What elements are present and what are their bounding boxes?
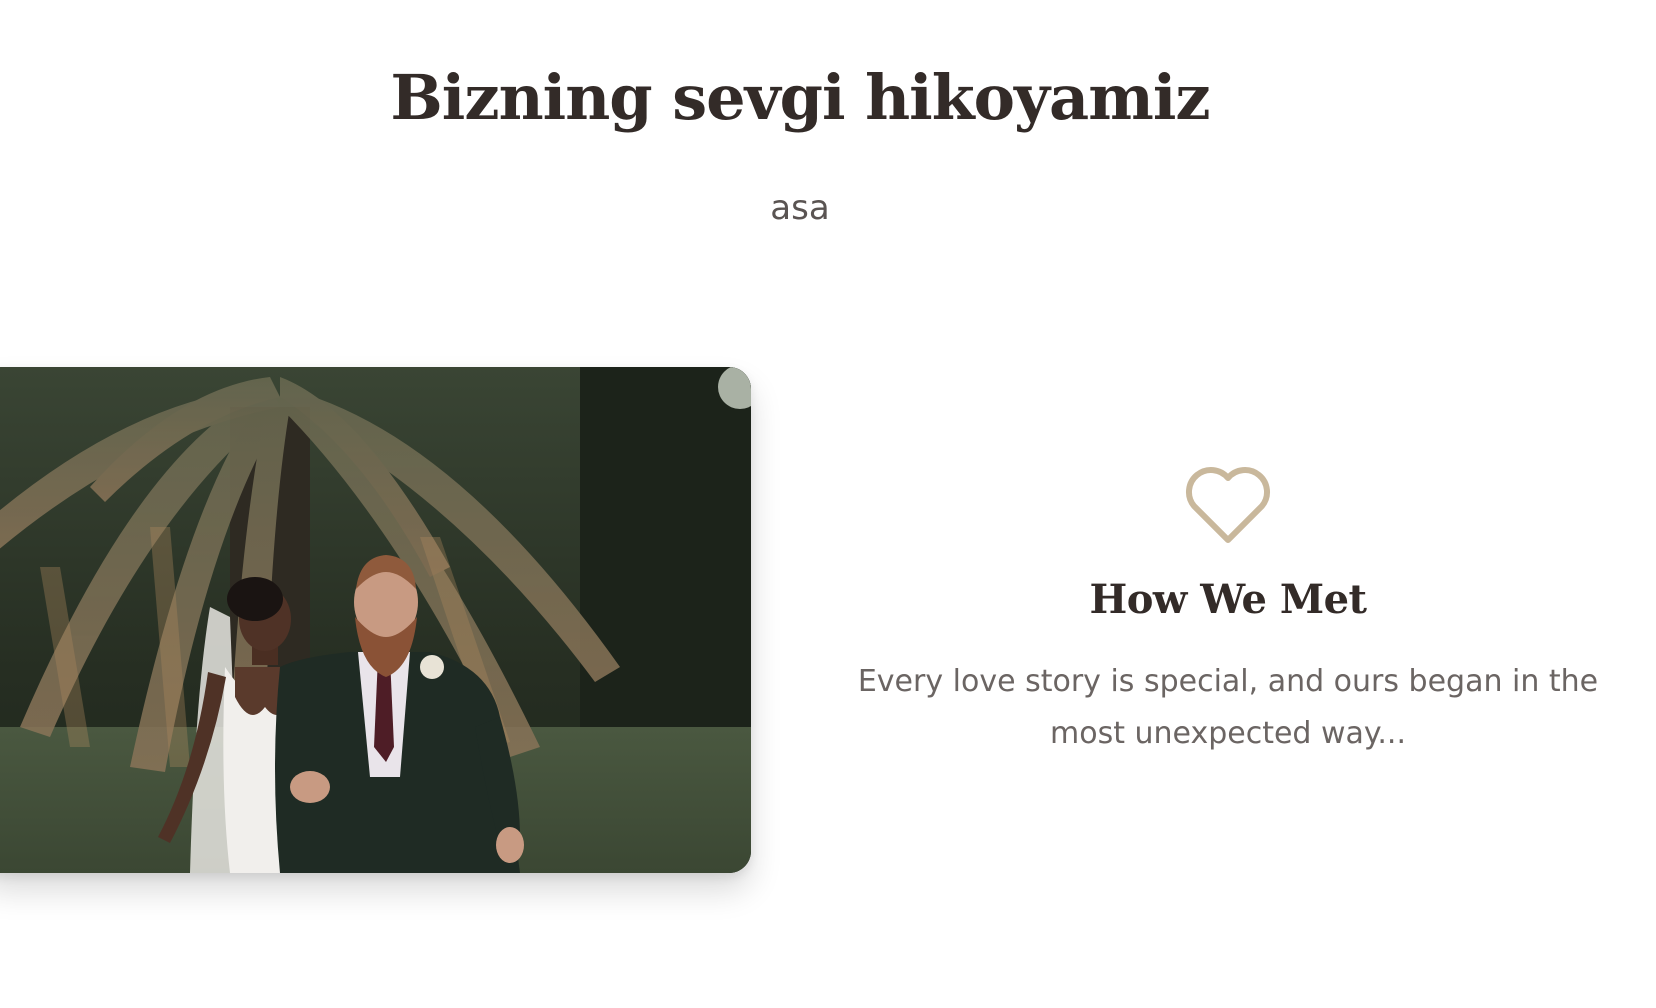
section-subtitle: asa: [770, 188, 830, 228]
couple-photo-illustration: [0, 367, 751, 873]
section-title: Bizning sevgi hikoyamiz: [390, 61, 1210, 134]
heart-outline-icon: [1185, 466, 1271, 543]
story-heading: How We Met: [1089, 576, 1367, 623]
story-body: Every love story is special, and ours be…: [857, 664, 1599, 751]
couple-photo: [0, 367, 751, 873]
how-we-met-block: How We Met Every love story is special, …: [828, 460, 1628, 760]
